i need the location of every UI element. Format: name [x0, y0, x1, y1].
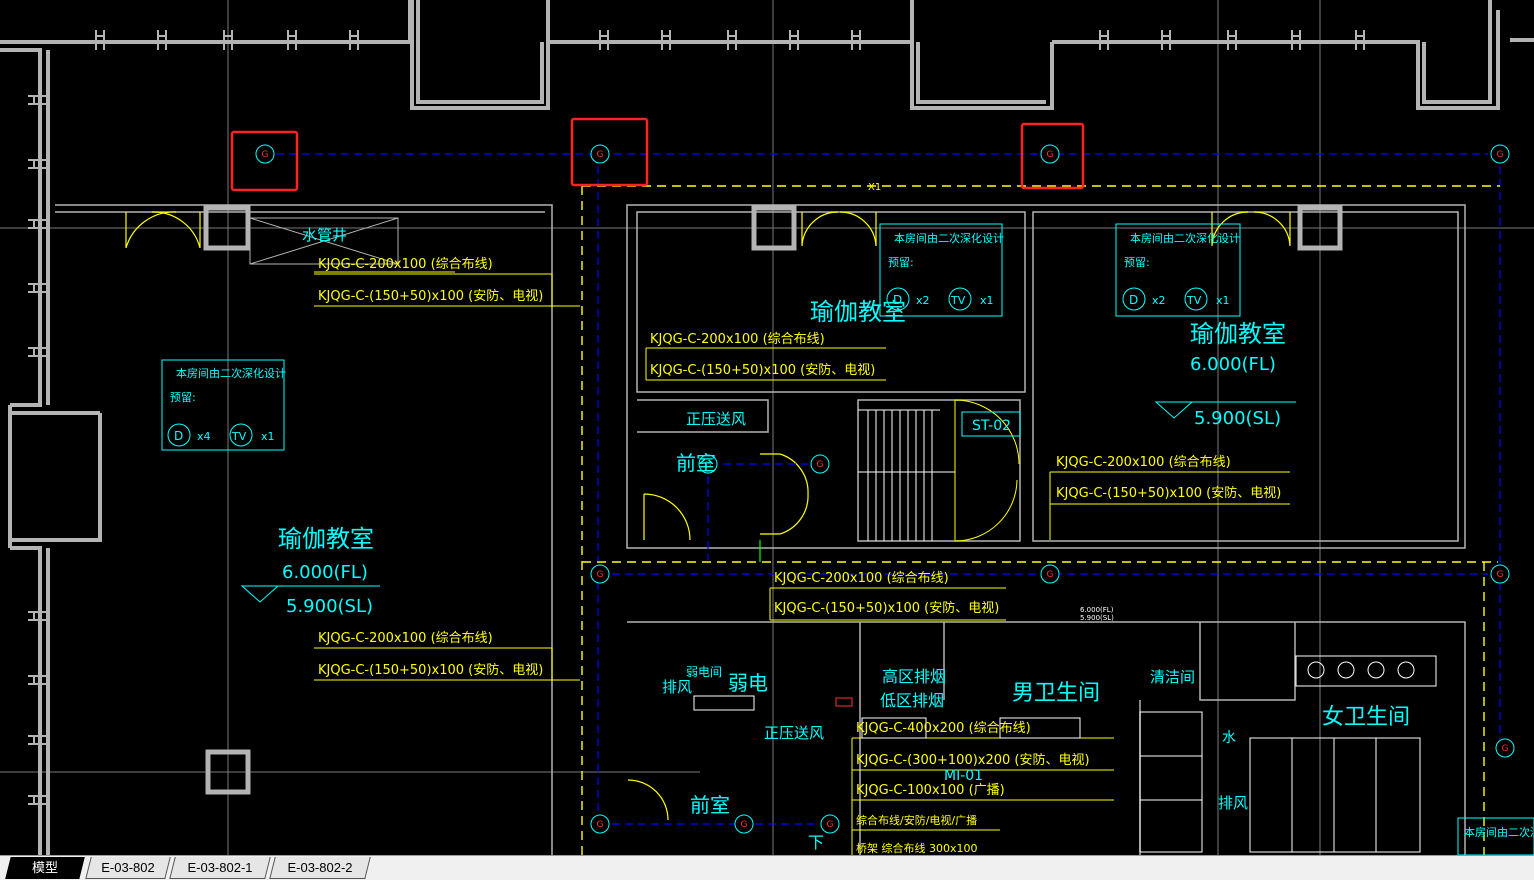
svg-text:G: G	[827, 820, 834, 830]
svg-text:D: D	[174, 429, 183, 443]
svg-text:TV: TV	[231, 430, 247, 443]
tray-label: KJQG-C-200x100 (综合布线)	[1056, 455, 1231, 470]
level-yoga-left-sl: 5.900(SL)	[286, 596, 373, 617]
tab-e-03-802[interactable]: E-03-802	[85, 857, 171, 879]
room-smoke-low: 低区排烟	[880, 691, 944, 710]
svg-text:本房间由二次深化设计: 本房间由二次深化设计	[894, 231, 1004, 245]
room-water-shaft: 水管井	[302, 226, 347, 244]
svg-text:x2: x2	[1152, 294, 1166, 307]
tray-label: KJQG-C-(150+50)x100 (安防、电视)	[318, 662, 543, 678]
room-cleaning: 清洁间	[1150, 668, 1195, 686]
svg-text:G: G	[1497, 570, 1504, 580]
svg-text:6.000(FL): 6.000(FL)	[1080, 606, 1114, 614]
tab-e-03-802-1[interactable]: E-03-802-1	[169, 857, 271, 879]
svg-text:G: G	[1047, 570, 1054, 580]
svg-text:G: G	[597, 570, 604, 580]
tab-e-03-802-2[interactable]: E-03-802-2	[269, 857, 371, 879]
room-weak-room: 弱电间	[686, 665, 722, 679]
svg-text:G: G	[1497, 150, 1504, 160]
tray-label: KJQG-C-(150+50)x100 (安防、电视)	[650, 362, 875, 378]
tray-label: KJQG-C-200x100 (综合布线)	[774, 571, 949, 586]
level-yoga-right-fl: 6.000(FL)	[1190, 354, 1276, 375]
tray-label: KJQG-C-200x100 (综合布线)	[650, 332, 825, 347]
tray-label: 综合布线/安防/电视/广播	[856, 813, 977, 827]
room-exhaust-2: 排风	[1218, 794, 1248, 812]
tray-label: KJQG-C-400x200 (综合布线)	[856, 721, 1031, 736]
svg-text:x1: x1	[980, 294, 994, 307]
room-water: 水	[1222, 730, 1236, 746]
tray-label: KJQG-C-100x100 (广播)	[856, 783, 1005, 798]
svg-text:预留:: 预留:	[888, 256, 914, 269]
svg-text:TV: TV	[1186, 294, 1202, 307]
svg-text:本房间由二次深化设计: 本房间由二次深化设计	[176, 366, 286, 380]
svg-text:G: G	[597, 820, 604, 830]
level-yoga-right-sl: 5.900(SL)	[1194, 408, 1281, 429]
svg-text:D: D	[893, 293, 902, 307]
tray-label: KJQG-C-200x100 (综合布线)	[318, 257, 493, 272]
tray-label: 桥架 综合布线 300x100	[856, 841, 978, 855]
floor-plan: G G G G G G G G G G G G G 瑜伽教室 6.000(FL)…	[0, 0, 1534, 856]
room-mens-wc: 男卫生间	[1012, 681, 1100, 706]
svg-text:G: G	[1047, 150, 1054, 160]
room-yoga-right: 瑜伽教室	[1190, 320, 1286, 348]
room-weak-current: 弱电	[728, 671, 768, 695]
room-pressurized-1: 正压送风	[686, 410, 746, 428]
pipe-tag: MI-01	[944, 768, 983, 784]
svg-text:x2: x2	[916, 294, 930, 307]
svg-text:G: G	[1502, 744, 1509, 754]
tray-label: KJQG-C-200x100 (综合布线)	[318, 631, 493, 646]
room-front-1: 前室	[676, 451, 716, 475]
room-yoga-mid: 瑜伽教室	[810, 298, 906, 326]
cad-drawing-canvas[interactable]: G G G G G G G G G G G G G 瑜伽教室 6.000(FL)…	[0, 0, 1534, 856]
tab-model[interactable]: 模型	[5, 857, 85, 879]
svg-text:x1: x1	[261, 430, 275, 443]
svg-text:G: G	[262, 150, 269, 160]
room-yoga-left: 瑜伽教室	[278, 525, 374, 553]
svg-text:G: G	[597, 150, 604, 160]
svg-text:预留:: 预留:	[170, 391, 196, 404]
svg-text:X1: X1	[868, 182, 881, 193]
layout-tab-bar: 模型 E-03-802 E-03-802-1 E-03-802-2	[0, 855, 1534, 880]
level-yoga-left-fl: 6.000(FL)	[282, 562, 368, 583]
stair-tag: ST-02	[972, 418, 1011, 434]
room-exhaust-1: 排风	[662, 678, 692, 696]
room-smoke-high: 高区排烟	[882, 667, 946, 686]
stair-down: 下	[808, 833, 824, 852]
tray-label: KJQG-C-(150+50)x100 (安防、电视)	[774, 600, 999, 616]
svg-text:G: G	[817, 460, 824, 470]
room-pressurized-2: 正压送风	[764, 724, 824, 742]
svg-text:G: G	[741, 820, 748, 830]
svg-text:x4: x4	[197, 430, 211, 443]
tray-label: KJQG-C-(150+50)x100 (安防、电视)	[1056, 485, 1281, 501]
svg-text:5.900(SL): 5.900(SL)	[1080, 614, 1114, 622]
svg-text:D: D	[1129, 293, 1138, 307]
room-front-2: 前室	[690, 793, 730, 817]
tray-label: KJQG-C-(150+50)x100 (安防、电视)	[318, 288, 543, 304]
svg-text:x1: x1	[1216, 294, 1230, 307]
svg-text:本房间由二次深化设计: 本房间由二次深化设计	[1130, 231, 1240, 245]
note-partial-text: 本房间由二次深化设计	[1464, 825, 1534, 839]
room-womens-wc: 女卫生间	[1322, 705, 1410, 730]
tray-label: KJQG-C-(300+100)x200 (安防、电视)	[856, 752, 1090, 768]
svg-text:预留:: 预留:	[1124, 256, 1150, 269]
svg-text:TV: TV	[950, 294, 966, 307]
